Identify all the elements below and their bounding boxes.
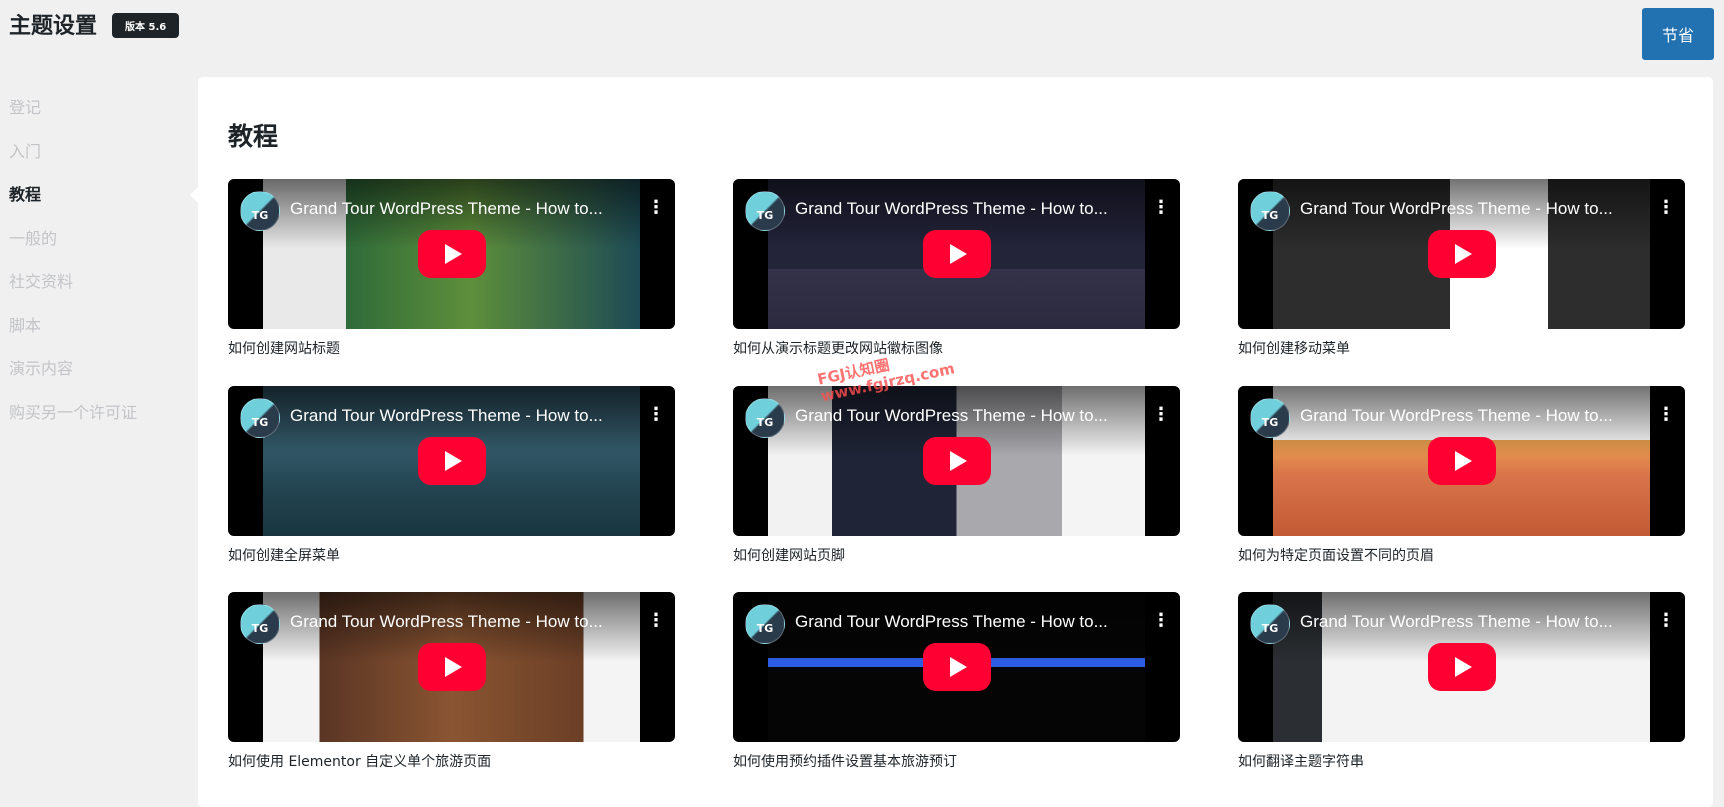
video-title[interactable]: Grand Tour WordPress Theme - How to... <box>795 406 1140 426</box>
video-card: TG Grand Tour WordPress Theme - How to..… <box>228 386 675 566</box>
video-thumbnail[interactable]: TG Grand Tour WordPress Theme - How to..… <box>1238 179 1685 329</box>
video-card: TG Grand Tour WordPress Theme - How to..… <box>228 179 675 359</box>
more-vertical-icon[interactable]: ⋮ <box>1657 405 1675 425</box>
video-title[interactable]: Grand Tour WordPress Theme - How to... <box>290 406 635 426</box>
sidebar-item-registration[interactable]: 登记 <box>9 96 189 140</box>
sidebar-item-getting-started[interactable]: 入门 <box>9 140 189 184</box>
channel-avatar[interactable]: TG <box>1250 398 1290 438</box>
more-vertical-icon[interactable]: ⋮ <box>647 611 665 631</box>
video-caption: 如何为特定页面设置不同的页眉 <box>1238 548 1434 564</box>
video-title[interactable]: Grand Tour WordPress Theme - How to... <box>795 612 1140 632</box>
video-card: TG Grand Tour WordPress Theme - How to..… <box>1238 179 1685 359</box>
more-vertical-icon[interactable]: ⋮ <box>1657 611 1675 631</box>
youtube-play-icon[interactable] <box>1427 437 1496 485</box>
sidebar-item-scripts[interactable]: 脚本 <box>9 314 189 358</box>
version-badge: 版本 5.6 <box>112 13 180 38</box>
video-card: TG Grand Tour WordPress Theme - How to..… <box>733 592 1180 772</box>
youtube-play-icon[interactable] <box>922 643 991 691</box>
video-caption: 如何创建网站页脚 <box>733 548 845 564</box>
youtube-play-icon[interactable] <box>922 230 991 278</box>
channel-avatar[interactable]: TG <box>745 604 785 644</box>
video-caption: 如何从演示标题更改网站徽标图像 <box>733 341 943 357</box>
video-title[interactable]: Grand Tour WordPress Theme - How to... <box>290 612 635 632</box>
video-card: TG Grand Tour WordPress Theme - How to..… <box>733 386 1180 566</box>
video-title[interactable]: Grand Tour WordPress Theme - How to... <box>1300 199 1645 219</box>
sidebar-item-tutorials[interactable]: 教程 <box>9 183 189 227</box>
channel-avatar[interactable]: TG <box>240 191 280 231</box>
settings-sidebar: 登记 入门 教程 一般的 社交资料 脚本 演示内容 购买另一个许可证 <box>9 96 189 444</box>
video-card: TG Grand Tour WordPress Theme - How to..… <box>228 592 675 772</box>
more-vertical-icon[interactable]: ⋮ <box>1152 611 1170 631</box>
video-card: TG Grand Tour WordPress Theme - How to..… <box>1238 592 1685 772</box>
more-vertical-icon[interactable]: ⋮ <box>1152 405 1170 425</box>
video-thumbnail[interactable]: TG Grand Tour WordPress Theme - How to..… <box>228 386 675 536</box>
sidebar-item-buy-license[interactable]: 购买另一个许可证 <box>9 401 189 445</box>
video-caption: 如何创建移动菜单 <box>1238 341 1350 357</box>
youtube-play-icon[interactable] <box>1427 230 1496 278</box>
video-caption: 如何使用 Elementor 自定义单个旅游页面 <box>228 754 492 770</box>
youtube-play-icon[interactable] <box>922 437 991 485</box>
channel-avatar[interactable]: TG <box>745 191 785 231</box>
save-button[interactable]: 节省 <box>1642 8 1714 60</box>
youtube-play-icon[interactable] <box>1427 643 1496 691</box>
channel-avatar[interactable]: TG <box>1250 604 1290 644</box>
youtube-play-icon[interactable] <box>417 643 486 691</box>
video-thumbnail[interactable]: TG Grand Tour WordPress Theme - How to..… <box>733 592 1180 742</box>
video-card: TG Grand Tour WordPress Theme - How to..… <box>733 179 1180 359</box>
more-vertical-icon[interactable]: ⋮ <box>647 198 665 218</box>
sidebar-item-social-profiles[interactable]: 社交资料 <box>9 270 189 314</box>
video-caption: 如何创建网站标题 <box>228 341 340 357</box>
tutorials-panel: 教程 TG Grand Tour WordPress Theme - How t… <box>198 77 1713 807</box>
video-caption: 如何创建全屏菜单 <box>228 548 340 564</box>
video-title[interactable]: Grand Tour WordPress Theme - How to... <box>290 199 635 219</box>
video-title[interactable]: Grand Tour WordPress Theme - How to... <box>1300 406 1645 426</box>
sidebar-item-general[interactable]: 一般的 <box>9 227 189 271</box>
video-thumbnail[interactable]: TG Grand Tour WordPress Theme - How to..… <box>733 179 1180 329</box>
page-title: 主题设置 <box>9 14 98 39</box>
video-thumbnail[interactable]: TG Grand Tour WordPress Theme - How to..… <box>733 386 1180 536</box>
more-vertical-icon[interactable]: ⋮ <box>1657 198 1675 218</box>
youtube-play-icon[interactable] <box>417 230 486 278</box>
sidebar-item-demo-content[interactable]: 演示内容 <box>9 357 189 401</box>
video-caption: 如何翻译主题字符串 <box>1238 754 1364 770</box>
channel-avatar[interactable]: TG <box>240 398 280 438</box>
channel-avatar[interactable]: TG <box>1250 191 1290 231</box>
channel-avatar[interactable]: TG <box>240 604 280 644</box>
channel-avatar[interactable]: TG <box>745 398 785 438</box>
video-thumbnail[interactable]: TG Grand Tour WordPress Theme - How to..… <box>1238 592 1685 742</box>
video-thumbnail[interactable]: TG Grand Tour WordPress Theme - How to..… <box>228 179 675 329</box>
video-thumbnail[interactable]: TG Grand Tour WordPress Theme - How to..… <box>1238 386 1685 536</box>
video-caption: 如何使用预约插件设置基本旅游预订 <box>733 754 957 770</box>
youtube-play-icon[interactable] <box>417 437 486 485</box>
video-card: TG Grand Tour WordPress Theme - How to..… <box>1238 386 1685 566</box>
video-title[interactable]: Grand Tour WordPress Theme - How to... <box>795 199 1140 219</box>
more-vertical-icon[interactable]: ⋮ <box>647 405 665 425</box>
video-title[interactable]: Grand Tour WordPress Theme - How to... <box>1300 612 1645 632</box>
section-title: 教程 <box>228 122 279 151</box>
more-vertical-icon[interactable]: ⋮ <box>1152 198 1170 218</box>
video-thumbnail[interactable]: TG Grand Tour WordPress Theme - How to..… <box>228 592 675 742</box>
